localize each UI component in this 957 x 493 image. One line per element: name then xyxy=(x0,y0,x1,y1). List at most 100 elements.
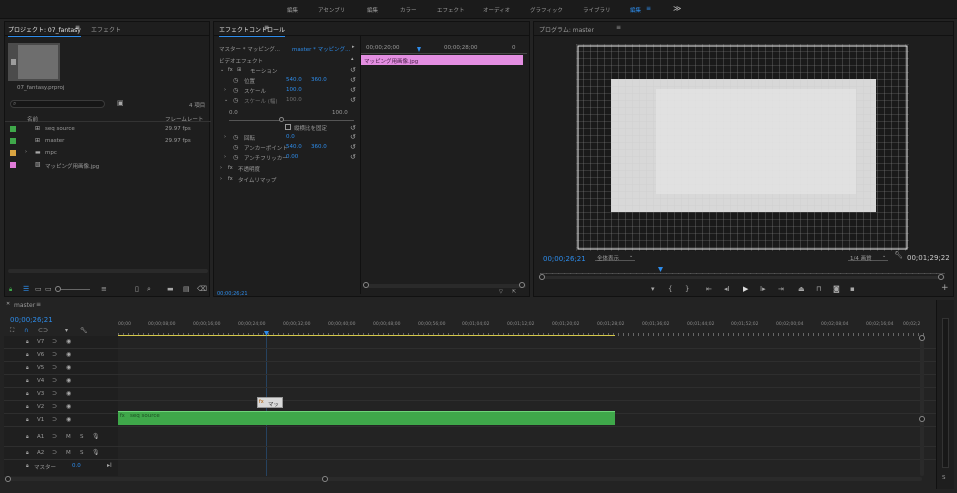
add-marker-timeline-icon[interactable]: ▾ xyxy=(65,327,68,334)
sync-lock-icon[interactable]: ⊃ xyxy=(52,416,57,423)
reset-icon[interactable]: ↺ xyxy=(350,125,356,132)
stopwatch-icon[interactable]: ◷ xyxy=(233,154,238,161)
tab-effects[interactable]: エフェクト xyxy=(91,25,121,34)
col-name-header[interactable]: 名前 xyxy=(27,115,38,123)
lock-track-icon[interactable]: 🔒︎ xyxy=(26,365,29,372)
reset-icon[interactable]: ↺ xyxy=(350,134,356,141)
uniform-scale-checkbox[interactable] xyxy=(285,124,291,130)
lock-track-icon[interactable]: 🔒︎ xyxy=(26,339,29,346)
workspace-assembly[interactable]: 編集 xyxy=(287,6,298,14)
disclosure-closed-icon[interactable]: › xyxy=(220,176,222,183)
extract-icon[interactable]: ⊓ xyxy=(816,286,821,293)
disclosure-closed-icon[interactable]: › xyxy=(224,134,226,141)
reset-icon[interactable]: ↺ xyxy=(350,87,356,94)
ec-ruler-bar[interactable] xyxy=(361,51,527,54)
effect-tab-menu-icon[interactable]: ≡ xyxy=(264,24,269,31)
new-bin-footer-icon[interactable]: ▬ xyxy=(167,286,174,293)
solo-button[interactable]: S xyxy=(80,450,84,456)
find-icon[interactable]: ⌕ xyxy=(147,286,151,293)
icon-view-icon[interactable]: ▭ xyxy=(35,286,42,293)
master-clip-label[interactable]: マスター * マッピング... xyxy=(219,45,280,53)
sync-lock-icon[interactable]: ⊃ xyxy=(52,377,57,384)
scale-slider[interactable] xyxy=(229,117,354,122)
lock-track-icon[interactable]: 🔒︎ xyxy=(26,434,29,441)
sync-lock-icon[interactable]: ⊃ xyxy=(52,390,57,397)
lock-track-icon[interactable]: 🔒︎ xyxy=(26,417,29,424)
trash-icon[interactable]: ⌫ xyxy=(197,286,207,293)
disclosure-open-icon[interactable]: ⌄ xyxy=(224,97,228,104)
scroll-up-icon[interactable]: ▴ xyxy=(351,56,354,63)
timeremap-row[interactable]: › fx タイムリマップ xyxy=(214,175,360,184)
track-label[interactable]: V1 xyxy=(37,417,44,423)
go-to-in-icon[interactable]: ⇤ xyxy=(706,286,712,293)
reset-icon[interactable]: ↺ xyxy=(350,154,356,161)
sync-lock-icon[interactable]: ⊃ xyxy=(52,433,57,440)
linked-selection-icon[interactable]: ⊂⊃ xyxy=(38,327,48,334)
position-x-value[interactable]: 540.0 xyxy=(286,77,302,83)
step-back-icon[interactable]: ◂I xyxy=(724,286,730,293)
clip-v2[interactable]: fx マッ xyxy=(257,397,283,408)
workspace-color[interactable]: カラー xyxy=(400,6,417,14)
col-framerate-header[interactable]: フレームレート xyxy=(165,115,203,123)
clip-v1[interactable]: fx seq source xyxy=(118,411,615,425)
project-tab-menu-icon[interactable]: ≡ xyxy=(75,24,80,31)
timeline-v-scrollbar[interactable] xyxy=(919,335,925,476)
mark-in-icon[interactable]: { xyxy=(668,286,672,293)
list-item[interactable]: ⊞ seq source 29.97 fps xyxy=(5,124,211,134)
nest-icon[interactable]: ⛶ xyxy=(10,327,14,334)
list-item[interactable]: › ▬ mpc xyxy=(5,148,211,158)
fx-badge-icon[interactable]: fx xyxy=(228,176,233,183)
disclosure-open-icon[interactable]: ⌄ xyxy=(220,67,224,74)
solo-button[interactable]: S xyxy=(80,434,84,440)
track-label[interactable]: V5 xyxy=(37,365,44,371)
anchor-x-value[interactable]: 540.0 xyxy=(286,144,302,150)
sync-lock-icon[interactable]: ⊃ xyxy=(52,338,57,345)
program-scrub-bar[interactable] xyxy=(540,270,945,274)
mute-button[interactable]: M xyxy=(66,450,71,456)
lock-icon[interactable]: 🔒︎ xyxy=(9,286,12,293)
workspace-assembly-2[interactable]: アセンブリ xyxy=(318,6,345,14)
scale-width-value[interactable]: 100.0 xyxy=(286,97,302,103)
disclosure-closed-icon[interactable]: › xyxy=(220,165,222,172)
stopwatch-icon[interactable]: ◷ xyxy=(233,144,238,151)
reset-icon[interactable]: ↺ xyxy=(350,67,356,74)
effect-controls-divider[interactable] xyxy=(360,36,361,294)
track-label[interactable]: V6 xyxy=(37,352,44,358)
fit-dropdown[interactable]: 全体表示 ⌄ xyxy=(595,253,635,262)
ec-clip-bar[interactable]: マッピング用画像.jpg xyxy=(361,55,523,65)
eye-icon[interactable]: ◉ xyxy=(66,338,71,345)
project-search-input[interactable]: ⌕ xyxy=(10,100,105,108)
reset-icon[interactable]: ↺ xyxy=(350,77,356,84)
reset-icon[interactable]: ↺ xyxy=(350,144,356,151)
workspace-audio[interactable]: オーディオ xyxy=(483,6,510,14)
program-timecode[interactable]: 00;00;26;21 xyxy=(543,255,586,263)
disclosure-triangle-icon[interactable]: › xyxy=(25,149,27,156)
program-tab-menu-icon[interactable]: ≡ xyxy=(616,24,621,31)
sync-lock-icon[interactable]: ⊃ xyxy=(52,403,57,410)
lock-track-icon[interactable]: 🔒︎ xyxy=(26,404,29,411)
go-to-end-icon[interactable]: ▸I xyxy=(107,462,112,469)
filter-icon[interactable]: ▽ xyxy=(499,289,503,296)
lock-track-icon[interactable]: 🔒︎ xyxy=(26,378,29,385)
sync-lock-icon[interactable]: ⊃ xyxy=(52,449,57,456)
mark-out-icon[interactable]: } xyxy=(685,286,689,293)
workspace-libraries[interactable]: ライブラリ xyxy=(583,6,611,14)
solo-meter-button[interactable]: S xyxy=(942,475,946,481)
add-marker-icon[interactable]: ▾ xyxy=(651,286,655,293)
ec-h-scrollbar[interactable] xyxy=(363,282,526,288)
new-item-icon[interactable]: ▤ xyxy=(183,286,190,293)
mute-button[interactable]: M xyxy=(66,434,71,440)
tab-project[interactable]: プロジェクト: 07_fantasy xyxy=(8,25,81,37)
disclosure-closed-icon[interactable]: › xyxy=(224,154,226,161)
fx-badge-icon[interactable]: fx xyxy=(228,165,233,172)
track-label[interactable]: V3 xyxy=(37,391,44,397)
track-label[interactable]: V2 xyxy=(37,404,44,410)
rotation-value[interactable]: 0.0 xyxy=(286,134,295,140)
stopwatch-icon[interactable]: ◷ xyxy=(233,97,238,104)
track-label[interactable]: A1 xyxy=(37,434,44,440)
lock-track-icon[interactable]: 🔒︎ xyxy=(26,391,29,398)
track-label[interactable]: V7 xyxy=(37,339,44,345)
step-forward-icon[interactable]: I▸ xyxy=(760,286,766,293)
timeline-settings-icon[interactable]: 🔧︎ xyxy=(80,327,88,334)
sync-lock-icon[interactable]: ⊃ xyxy=(52,351,57,358)
